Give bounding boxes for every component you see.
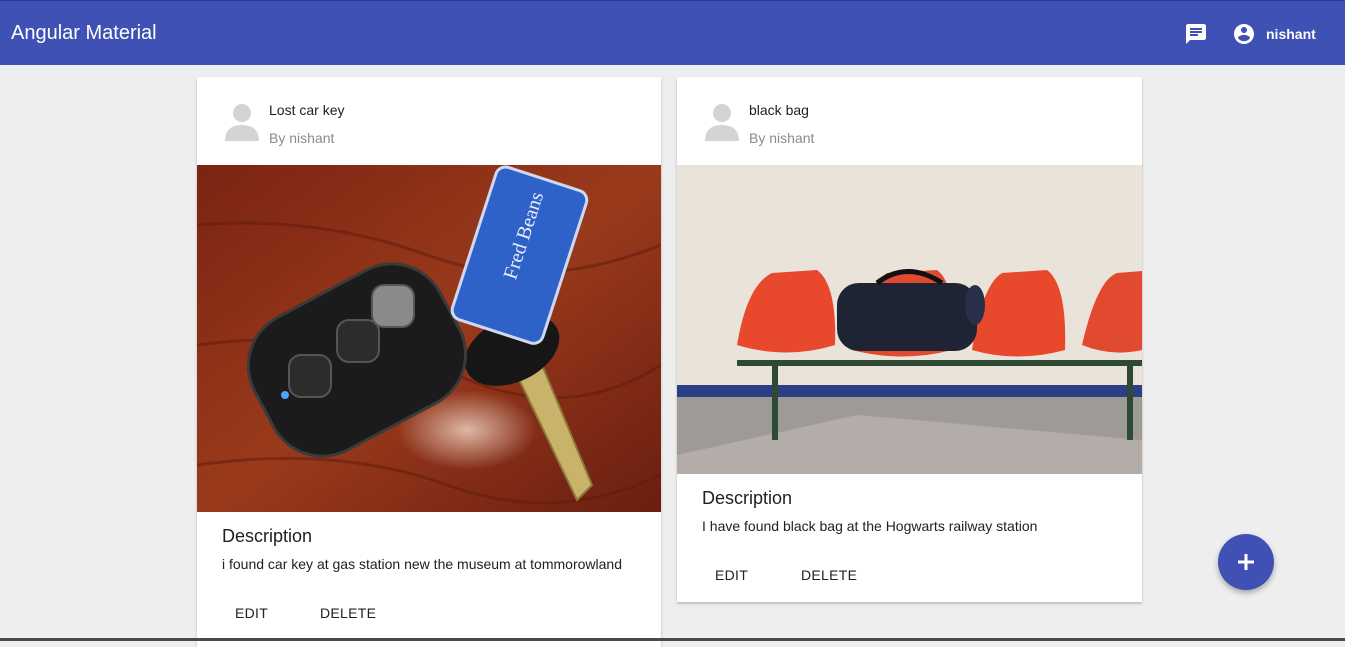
delete-button[interactable]: DELETE — [801, 567, 857, 583]
edit-button[interactable]: EDIT — [235, 605, 268, 621]
car-key-photo: Fred Beans — [197, 165, 661, 512]
user-menu-button[interactable]: nishant — [1232, 21, 1316, 47]
card-title: Lost car key — [269, 102, 345, 118]
edit-button[interactable]: EDIT — [715, 567, 748, 583]
top-toolbar: Angular Material nishant — [0, 0, 1345, 65]
card-subtitle: By nishant — [749, 130, 815, 146]
avatar-placeholder-icon — [225, 104, 259, 141]
card-header: Lost car key By nishant — [197, 77, 661, 165]
plus-icon — [1238, 554, 1254, 570]
chat-icon[interactable] — [1184, 22, 1208, 46]
description-heading: Description — [702, 488, 793, 508]
description-text: I have found black bag at the Hogwarts r… — [702, 518, 1038, 534]
card-subtitle: By nishant — [269, 130, 335, 146]
card-header: black bag By nishant — [677, 77, 1142, 165]
card-title: black bag — [749, 102, 809, 118]
delete-button[interactable]: DELETE — [320, 605, 376, 621]
app-title: Angular Material — [11, 22, 157, 44]
username: nishant — [1266, 26, 1316, 42]
item-card-black-bag: black bag By nishant Description I have … — [677, 77, 1142, 602]
description-heading: Description — [222, 526, 313, 546]
item-card-lost-car-key: Lost car key By nishant Fred Beans Descr… — [197, 77, 661, 647]
description-text: i found car key at gas station new the m… — [222, 556, 622, 572]
add-item-button[interactable] — [1218, 534, 1274, 590]
account-circle-icon — [1234, 24, 1254, 44]
avatar-placeholder-icon — [705, 104, 739, 141]
black-bag-photo — [677, 165, 1142, 474]
